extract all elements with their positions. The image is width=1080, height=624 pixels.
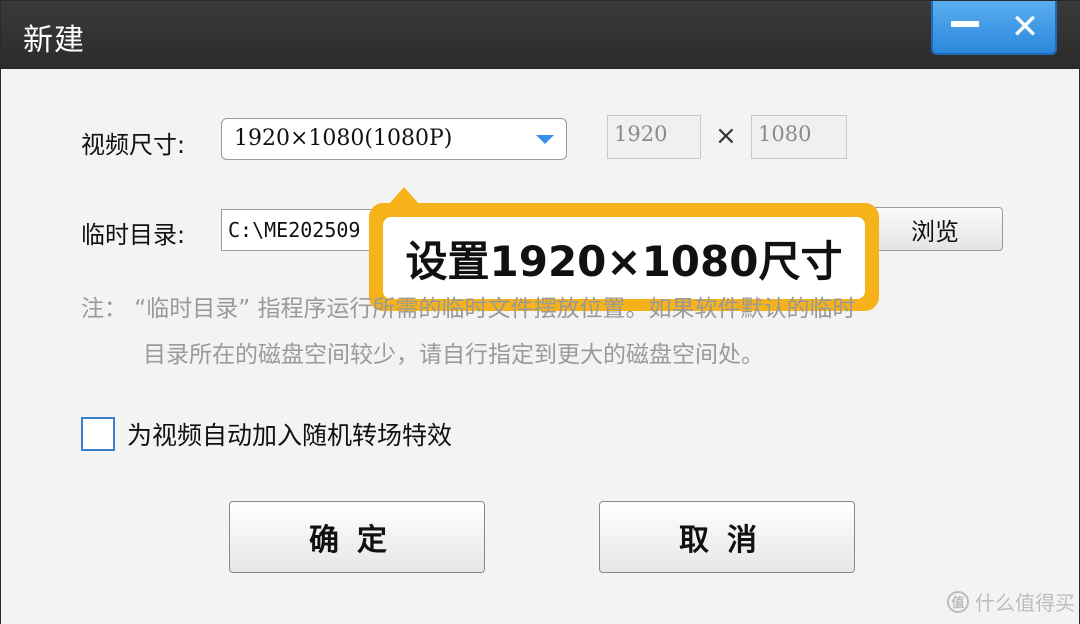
width-field[interactable]: 1920 xyxy=(607,115,701,159)
watermark: 值 什么值得买 xyxy=(947,587,1075,616)
browse-button[interactable]: 浏览 xyxy=(867,207,1003,251)
transition-checkbox[interactable] xyxy=(81,417,115,451)
cancel-button[interactable]: 取消 xyxy=(599,501,855,573)
minimize-button[interactable] xyxy=(937,7,993,47)
new-project-dialog: 新建 ✕ 视频尺寸: 1920×1080(1080P) 1920 × 1080 … xyxy=(0,0,1080,624)
titlebar[interactable]: 新建 ✕ xyxy=(1,1,1080,69)
note-line-1: 注： “临时目录” 指程序运行所需的临时文件摆放位置。如果软件默认的临时 xyxy=(81,296,856,322)
window-controls: ✕ xyxy=(931,1,1057,55)
close-icon: ✕ xyxy=(1010,7,1040,47)
video-size-dropdown[interactable]: 1920×1080(1080P) xyxy=(221,118,567,160)
temp-dir-input[interactable]: C:\ME202509 xyxy=(221,209,376,251)
minimize-icon xyxy=(951,21,979,27)
temp-dir-label: 临时目录: xyxy=(81,221,186,249)
times-sign: × xyxy=(715,121,737,151)
dialog-title: 新建 xyxy=(23,23,85,58)
ok-button[interactable]: 确定 xyxy=(229,501,485,573)
chevron-down-icon xyxy=(536,135,554,144)
watermark-logo-icon: 值 xyxy=(947,590,969,613)
height-field[interactable]: 1080 xyxy=(751,115,847,159)
watermark-text: 什么值得买 xyxy=(975,591,1075,615)
transition-label[interactable]: 为视频自动加入随机转场特效 xyxy=(127,416,452,452)
dialog-body: 视频尺寸: 1920×1080(1080P) 1920 × 1080 临时目录:… xyxy=(1,69,1079,624)
video-size-label: 视频尺寸: xyxy=(81,131,186,159)
video-size-selected: 1920×1080(1080P) xyxy=(234,126,453,151)
close-button[interactable]: ✕ xyxy=(997,7,1053,47)
callout-arrow-icon xyxy=(389,187,419,204)
note-line-2: 目录所在的磁盘空间较少，请自行指定到更大的磁盘空间处。 xyxy=(143,342,764,368)
